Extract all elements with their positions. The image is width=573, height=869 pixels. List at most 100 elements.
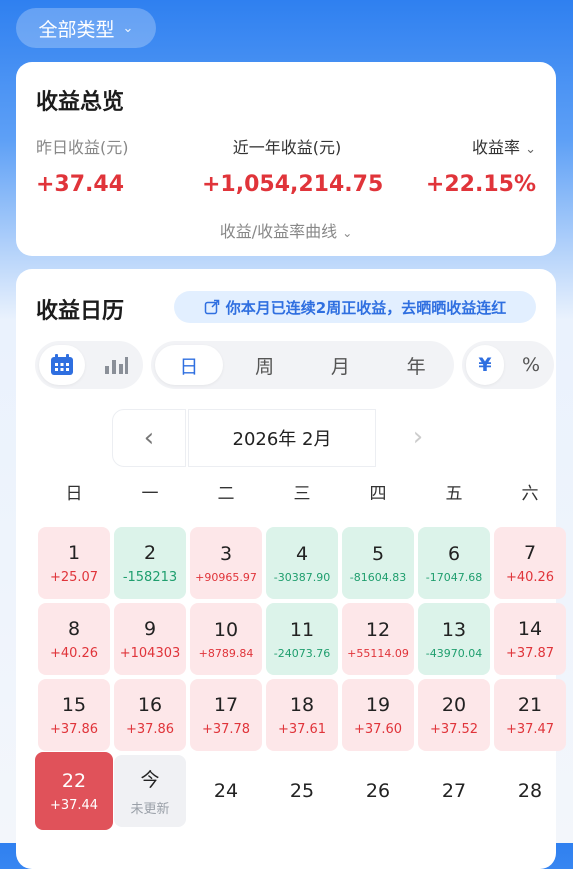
yesterday-value: +37.44: [36, 172, 125, 197]
share-icon: [204, 299, 220, 315]
day-cell[interactable]: 18 +37.61: [266, 679, 338, 751]
weekday-sat: 六: [521, 484, 539, 504]
day-earnings: 未更新: [130, 802, 170, 817]
calendar-icon: [51, 354, 73, 375]
day-earnings: -24073.76: [273, 646, 331, 660]
day-cell[interactable]: 6 -17047.68: [418, 527, 490, 599]
day-number: 24: [213, 780, 239, 802]
day-earnings: +40.26: [505, 569, 555, 585]
day-cell[interactable]: 11 -24073.76: [266, 603, 338, 675]
percent-unit-button[interactable]: %: [512, 345, 550, 385]
day-cell[interactable]: 1 +25.07: [38, 527, 110, 599]
overview-card: 收益总览 昨日收益(元) +37.44 近一年收益(元) +1,054,214.…: [16, 62, 556, 256]
weekday-thu: 四: [369, 484, 387, 504]
day-number: 27: [441, 780, 467, 802]
day-cell[interactable]: 22 +37.44: [35, 752, 113, 830]
day-cell[interactable]: 7 +40.26: [494, 527, 566, 599]
prev-month-button[interactable]: ‹: [112, 409, 186, 467]
weekday-sun: 日: [65, 484, 83, 504]
yuan-unit-button[interactable]: ¥: [466, 345, 504, 385]
day-cell[interactable]: 28: [494, 755, 566, 827]
day-number: 4: [295, 542, 309, 565]
day-cell[interactable]: 9 +104303: [114, 603, 186, 675]
tab-year[interactable]: 年: [382, 345, 450, 385]
day-number: 3: [219, 542, 233, 565]
day-number: 28: [517, 780, 543, 802]
day-cell[interactable]: 17 +37.78: [190, 679, 262, 751]
streak-banner[interactable]: 你本月已连续2周正收益，去晒晒收益连红: [174, 291, 536, 323]
day-earnings: -158213: [122, 569, 178, 585]
day-number: 21: [517, 693, 543, 716]
day-cell[interactable]: 10 +8789.84: [190, 603, 262, 675]
day-cell[interactable]: 14 +37.87: [494, 603, 566, 675]
year-value: +1,054,214.75: [202, 172, 384, 197]
tab-week[interactable]: 周: [231, 345, 299, 385]
view-toggle: [35, 341, 143, 389]
day-number: 12: [365, 618, 391, 641]
curve-toggle[interactable]: 收益/收益率曲线 ⌄: [16, 218, 556, 242]
day-number: 25: [289, 780, 315, 802]
day-earnings: -43970.04: [425, 646, 483, 660]
chart-view-button[interactable]: [93, 345, 139, 385]
day-cell[interactable]: 20 +37.52: [418, 679, 490, 751]
day-number: 2: [143, 541, 157, 564]
day-cell[interactable]: 4 -30387.90: [266, 527, 338, 599]
day-earnings: +40.26: [49, 645, 99, 661]
curve-label: 收益/收益率曲线: [219, 222, 338, 241]
chevron-down-icon: ⌄: [122, 20, 134, 36]
day-cell[interactable]: 24: [190, 755, 262, 827]
day-number: 17: [213, 693, 239, 716]
day-cell[interactable]: 5 -81604.83: [342, 527, 414, 599]
chevron-left-icon: ‹: [143, 423, 155, 453]
day-number: 15: [61, 693, 87, 716]
day-number: 22: [61, 769, 87, 792]
year-earnings: 近一年收益(元) +1,054,214.75: [202, 134, 384, 197]
calendar-card: 收益日历 你本月已连续2周正收益，去晒晒收益连红 日 周 月 年 ¥ % ‹ 2…: [16, 269, 566, 869]
day-earnings: +37.60: [353, 721, 403, 737]
day-cell[interactable]: 13 -43970.04: [418, 603, 490, 675]
day-number: 今: [140, 769, 160, 791]
day-cell[interactable]: 15 +37.86: [38, 679, 110, 751]
chevron-down-icon: ⌄: [525, 142, 536, 157]
day-cell[interactable]: 12 +55114.09: [342, 603, 414, 675]
day-cell[interactable]: 25: [266, 755, 338, 827]
calendar-title: 收益日历: [36, 299, 125, 324]
weekday-fri: 五: [445, 484, 463, 504]
type-filter-dropdown[interactable]: 全部类型 ⌄: [16, 8, 156, 48]
chevron-down-icon: ⌄: [342, 226, 353, 240]
day-number: 11: [289, 618, 315, 641]
day-earnings: +37.87: [505, 645, 555, 661]
day-number: 20: [441, 693, 467, 716]
day-cell[interactable]: 3 +90965.97: [190, 527, 262, 599]
day-earnings: +37.52: [429, 721, 479, 737]
day-cell-today[interactable]: 今未更新: [114, 755, 186, 827]
day-cell[interactable]: 8 +40.26: [38, 603, 110, 675]
day-cell[interactable]: 21 +37.47: [494, 679, 566, 751]
day-number: 5: [371, 542, 385, 565]
unit-toggle: ¥ %: [462, 341, 554, 389]
tab-month[interactable]: 月: [307, 345, 375, 385]
weekday-mon: 一: [141, 484, 159, 504]
day-number: 7: [523, 541, 537, 564]
yesterday-label: 昨日收益(元): [36, 138, 129, 157]
day-cell[interactable]: 27: [418, 755, 490, 827]
day-number: 8: [67, 617, 81, 640]
tab-day[interactable]: 日: [155, 345, 223, 385]
calendar-grid: 1 +25.07 2 -158213 3 +90965.97 4 -30387.90 5 -816…: [35, 527, 566, 830]
return-rate[interactable]: 收益率 ⌄ +22.15%: [426, 134, 536, 197]
day-cell[interactable]: 19 +37.60: [342, 679, 414, 751]
day-number: 18: [289, 693, 315, 716]
day-earnings: -81604.83: [349, 570, 407, 584]
rate-selector[interactable]: 收益率 ⌄: [426, 134, 536, 158]
weekday-header: 日 一 二 三 四 五 六: [38, 479, 566, 504]
day-earnings: +25.07: [49, 569, 99, 585]
next-month-button[interactable]: ›: [392, 409, 444, 465]
day-earnings: +55114.09: [347, 646, 409, 660]
day-earnings: +90965.97: [195, 570, 257, 584]
day-cell[interactable]: 26: [342, 755, 414, 827]
day-cell[interactable]: 2 -158213: [114, 527, 186, 599]
day-cell[interactable]: 16 +37.86: [114, 679, 186, 751]
day-number: 1: [67, 541, 81, 564]
weekday-tue: 二: [217, 484, 235, 504]
calendar-view-button[interactable]: [39, 345, 85, 385]
